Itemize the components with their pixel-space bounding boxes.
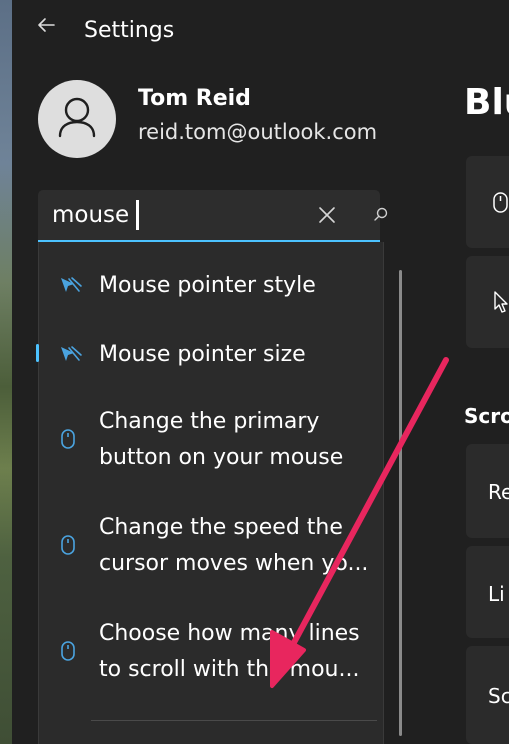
search-result-label: Mouse pointer size xyxy=(99,342,306,367)
search-input[interactable]: mouse xyxy=(52,202,129,228)
settings-card[interactable] xyxy=(466,256,509,348)
search-result-item[interactable]: Mouse pointer size xyxy=(39,335,359,375)
back-button[interactable] xyxy=(34,12,60,38)
mouse-icon xyxy=(61,535,75,555)
page-title: Blu xyxy=(464,82,509,123)
clear-search-button[interactable] xyxy=(314,202,340,228)
mouse-icon xyxy=(61,429,75,449)
search-result-label: Change the primary xyxy=(99,409,320,434)
search-result-label: button on your mouse xyxy=(99,445,344,470)
text-caret xyxy=(136,200,139,230)
search-result-label: to scroll with the mou... xyxy=(99,657,360,682)
card-label: Re xyxy=(488,480,509,504)
search-icon xyxy=(374,207,388,221)
search-result-label: Mouse pointer style xyxy=(99,273,316,298)
close-icon xyxy=(319,207,335,223)
desktop-wallpaper xyxy=(0,0,12,744)
search-result-label: Change the speed the xyxy=(99,515,343,540)
settings-card[interactable]: Re xyxy=(466,444,509,538)
mouse-pointer-icon xyxy=(494,291,508,313)
nav-selection-indicator xyxy=(36,344,39,362)
section-heading: Scro xyxy=(464,404,509,428)
settings-card[interactable] xyxy=(466,156,509,248)
user-name: Tom Reid xyxy=(138,86,251,111)
search-results-dropdown: Mouse pointer style Mouse pointer size C… xyxy=(38,242,402,744)
search-button[interactable] xyxy=(370,204,392,226)
settings-card[interactable]: Li xyxy=(466,546,509,638)
mouse-pointer-icon xyxy=(61,277,82,292)
card-label: Li xyxy=(488,582,505,606)
search-result-item[interactable]: Change the primary button on your mouse xyxy=(39,402,359,482)
user-email: reid.tom@outlook.com xyxy=(138,120,378,144)
settings-window: Settings Tom Reid reid.tom@outlook.com B… xyxy=(12,0,509,744)
title-bar: Settings xyxy=(12,0,509,62)
search-box[interactable]: mouse xyxy=(38,190,388,242)
search-result-item[interactable]: Change the speed the cursor moves when y… xyxy=(39,508,368,588)
results-scrollbar[interactable] xyxy=(399,270,402,736)
mouse-icon xyxy=(493,192,508,213)
person-icon xyxy=(58,97,96,138)
search-result-item[interactable]: Mouse pointer style xyxy=(39,266,359,306)
search-result-label: Choose how many lines xyxy=(99,621,360,646)
search-result-label: cursor moves when yo... xyxy=(99,551,369,576)
avatar[interactable] xyxy=(38,80,116,158)
results-divider xyxy=(91,720,377,721)
mouse-pointer-icon xyxy=(61,346,82,361)
search-result-item[interactable]: Choose how many lines to scroll with the… xyxy=(39,614,360,694)
mouse-icon xyxy=(61,641,75,661)
app-title: Settings xyxy=(84,18,175,43)
settings-card[interactable]: Sc xyxy=(466,646,509,744)
card-label: Sc xyxy=(488,684,509,708)
back-arrow-icon xyxy=(38,18,55,32)
